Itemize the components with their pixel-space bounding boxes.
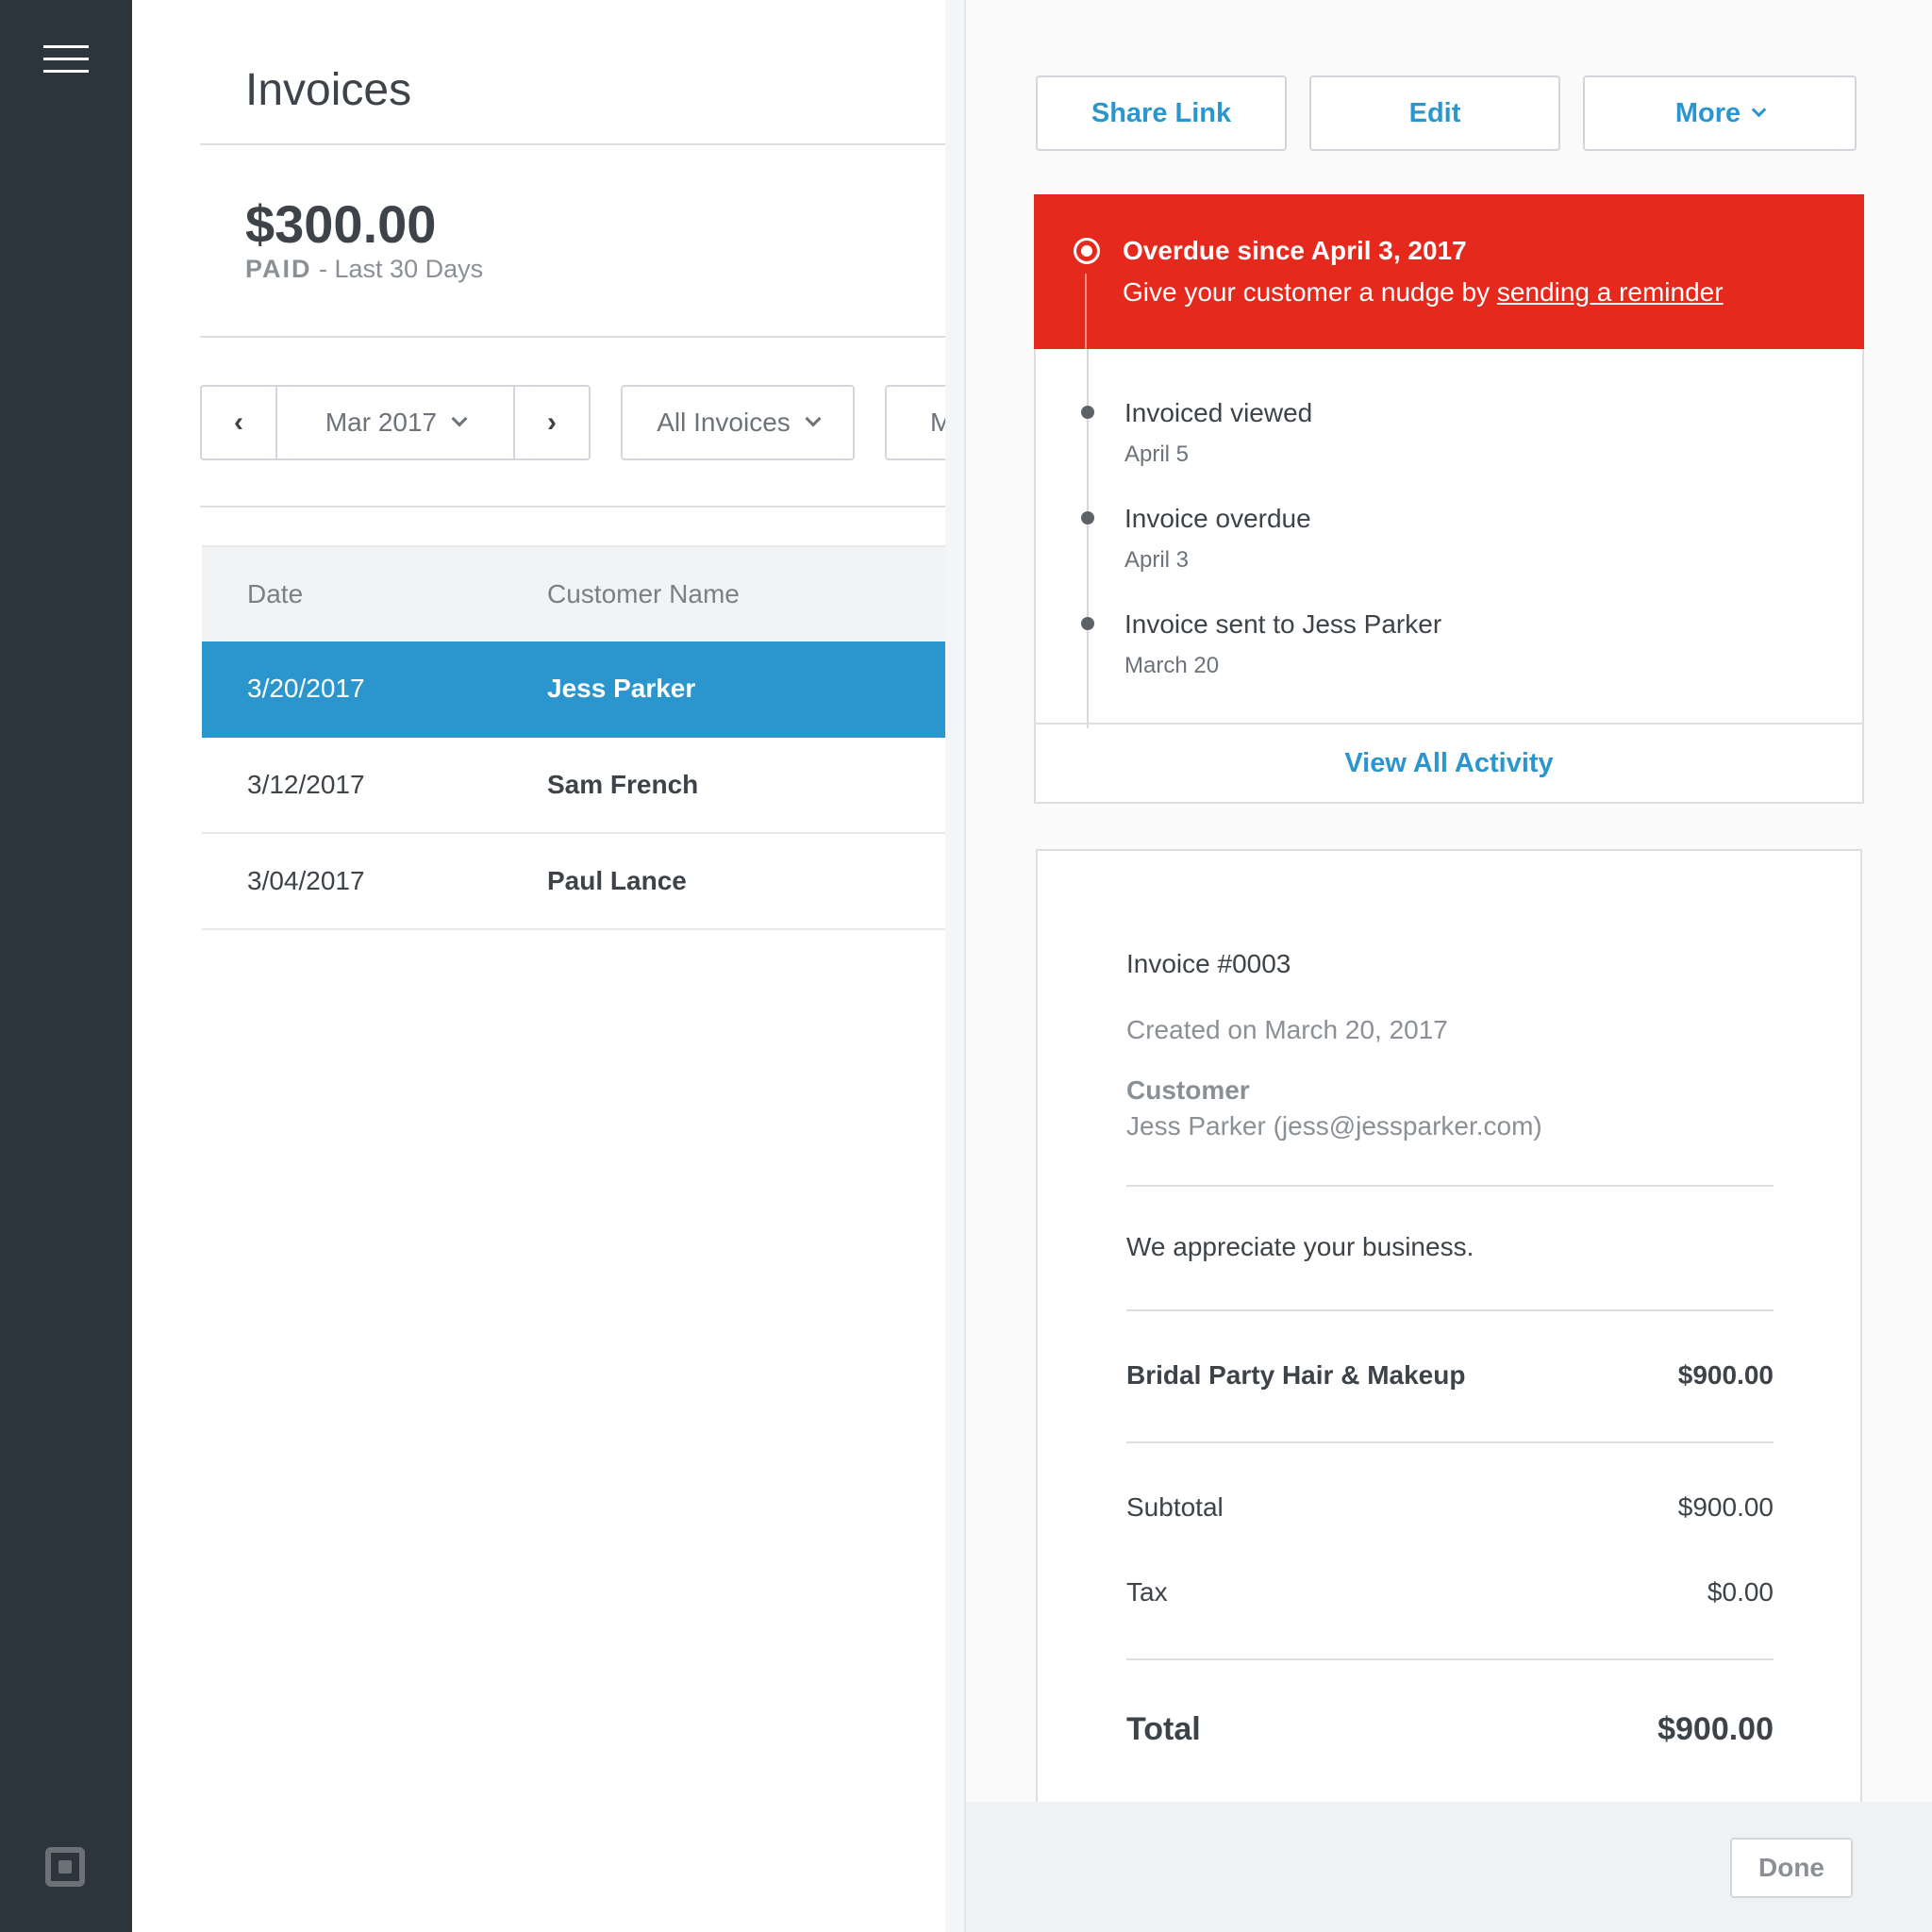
row-customer: Sam French	[547, 770, 699, 799]
timeline-line-alert	[1085, 274, 1087, 349]
invoice-preview: Invoice #0003 Created on March 20, 2017 …	[1036, 849, 1862, 1932]
customer-label: Customer	[1126, 1075, 1250, 1105]
next-month-button[interactable]: ›	[515, 387, 589, 458]
panel-footer: Done	[966, 1802, 1932, 1932]
invoice-detail-panel: Share Link Edit More Overdue since April…	[964, 0, 1932, 1932]
chevron-down-icon	[451, 410, 468, 427]
total-amount: $900.00	[1657, 1711, 1774, 1747]
invoice-list-view: Invoices $300.00 PAID - Last 30 Days $ U…	[132, 0, 1049, 1932]
invoice-created: Created on March 20, 2017	[1126, 1015, 1448, 1044]
total-row: Total $900.00	[1126, 1711, 1774, 1748]
subtotal-row: Subtotal $900.00	[1126, 1492, 1774, 1523]
invoice-divider	[1126, 1309, 1774, 1311]
stats-divider	[200, 336, 1049, 338]
page-title: Invoices	[245, 65, 412, 115]
alert-text: Give your customer a nudge by sending a …	[1123, 277, 1724, 308]
more-button[interactable]: More	[1583, 75, 1857, 151]
timeline-item: Invoice overdue April 3	[1124, 504, 1311, 574]
radio-dot-icon	[1074, 238, 1100, 264]
invoice-divider	[1126, 1185, 1774, 1187]
sidebar	[0, 0, 132, 1932]
timeline-title: Invoiced viewed	[1124, 398, 1313, 427]
line-item-amount: $900.00	[1677, 1360, 1774, 1390]
title-divider	[200, 143, 1049, 145]
more-label: More	[1674, 97, 1741, 128]
timeline-date: April 5	[1124, 441, 1190, 467]
table-row[interactable]: 3/12/2017 Sam French	[202, 738, 1013, 834]
row-customer: Jess Parker	[547, 674, 696, 703]
timeline-item: Invoiced viewed April 5	[1124, 398, 1312, 468]
filter-divider	[200, 506, 1049, 508]
done-button[interactable]: Done	[1730, 1838, 1853, 1898]
line-item: Bridal Party Hair & Makeup $900.00	[1126, 1360, 1774, 1391]
table-header: Date Customer Name	[202, 545, 1013, 641]
share-link-button[interactable]: Share Link	[1036, 75, 1287, 151]
row-customer: Paul Lance	[547, 866, 687, 895]
tax-label: Tax	[1126, 1577, 1168, 1607]
timeline-dot-icon	[1081, 406, 1094, 419]
table-row[interactable]: 3/04/2017 Paul Lance	[202, 834, 1013, 930]
column-header-date: Date	[247, 579, 304, 608]
timeline-title: Invoice sent to Jess Parker	[1124, 609, 1442, 639]
invoice-number: Invoice #0003	[1126, 949, 1291, 978]
invoice-filter-dropdown[interactable]: All Invoices	[621, 385, 855, 460]
row-date: 3/12/2017	[247, 770, 365, 799]
hamburger-menu-icon[interactable]	[43, 45, 89, 74]
line-item-name: Bridal Party Hair & Makeup	[1126, 1360, 1466, 1390]
paid-period-text: - Last 30 Days	[319, 255, 484, 283]
invoice-table: Date Customer Name 3/20/2017 Jess Parker…	[202, 545, 1013, 930]
alert-title: Overdue since April 3, 2017	[1123, 236, 1467, 265]
month-label: Mar 2017	[325, 408, 438, 437]
timeline-date: March 20	[1124, 653, 1220, 678]
invoice-divider	[1126, 1658, 1774, 1660]
total-label: Total	[1126, 1711, 1201, 1747]
paid-status: PAID	[245, 255, 312, 283]
subtotal-label: Subtotal	[1126, 1492, 1224, 1522]
row-date: 3/04/2017	[247, 866, 365, 895]
chevron-down-icon	[1751, 102, 1767, 117]
table-row[interactable]: 3/20/2017 Jess Parker	[202, 641, 1013, 738]
invoice-message: We appreciate your business.	[1126, 1232, 1474, 1261]
invoice-filter-label: All Invoices	[657, 408, 791, 437]
chevron-down-icon	[805, 410, 822, 427]
timeline-dot-icon	[1081, 617, 1094, 630]
row-date: 3/20/2017	[247, 674, 365, 703]
edit-button[interactable]: Edit	[1309, 75, 1560, 151]
alert-message: Give your customer a nudge by	[1123, 277, 1497, 307]
subtotal-amount: $900.00	[1677, 1492, 1774, 1522]
month-navigator: ‹ Mar 2017 ›	[200, 385, 591, 460]
timeline-date: April 3	[1124, 547, 1190, 573]
invoice-divider	[1126, 1441, 1774, 1443]
month-dropdown[interactable]: Mar 2017	[275, 387, 515, 458]
square-logo-icon	[45, 1847, 85, 1887]
timeline-item: Invoice sent to Jess Parker March 20	[1124, 609, 1441, 679]
prev-month-button[interactable]: ‹	[202, 387, 275, 458]
overdue-alert: Overdue since April 3, 2017 Give your cu…	[1034, 194, 1864, 349]
panel-shadow	[945, 0, 966, 1932]
view-all-activity-button[interactable]: View All Activity	[1036, 723, 1862, 802]
activity-card: Overdue since April 3, 2017 Give your cu…	[1034, 194, 1864, 804]
timeline-title: Invoice overdue	[1124, 504, 1311, 533]
tax-amount: $0.00	[1707, 1577, 1774, 1607]
customer-info: Jess Parker (jess@jessparker.com)	[1126, 1111, 1542, 1141]
tax-row: Tax $0.00	[1126, 1577, 1774, 1607]
paid-period: PAID - Last 30 Days	[245, 255, 483, 284]
column-header-customer: Customer Name	[547, 579, 740, 608]
paid-amount: $300.00	[245, 194, 437, 254]
send-reminder-link[interactable]: sending a reminder	[1497, 277, 1724, 307]
timeline-dot-icon	[1081, 511, 1094, 525]
